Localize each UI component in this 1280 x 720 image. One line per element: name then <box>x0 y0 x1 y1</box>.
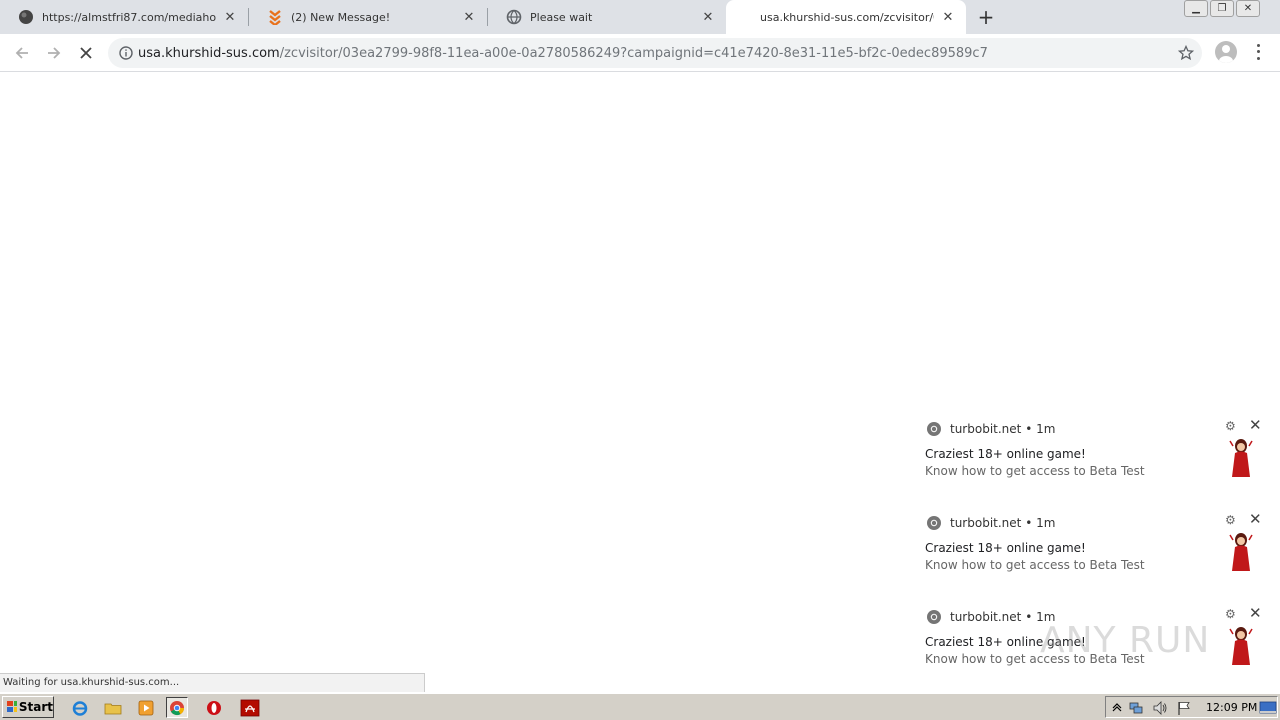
folder-icon[interactable] <box>102 697 124 718</box>
clock: 12:09 PM <box>1206 701 1258 714</box>
notification-age: 1m <box>1036 516 1056 530</box>
ie-icon[interactable] <box>69 697 91 718</box>
notification-source-name: turbobit.net <box>950 516 1022 530</box>
status-bubble: Waiting for usa.khurshid-sus.com... <box>0 673 425 692</box>
globe-icon <box>506 9 522 25</box>
start-label: Start <box>18 700 53 714</box>
person-icon <box>1219 45 1233 63</box>
notification-title: Craziest 18+ online game! <box>925 447 1086 461</box>
chrome-taskbar-icon[interactable] <box>166 697 188 718</box>
address-bar[interactable]: usa.khurshid-sus.com/zcvisitor/03ea2799-… <box>108 38 1202 68</box>
close-icon[interactable]: ✕ <box>940 9 956 25</box>
url-path: /zcvisitor/03ea2799-98f8-11ea-a00e-0a278… <box>279 45 988 61</box>
show-desktop-icon <box>1259 701 1277 714</box>
maximize-button[interactable]: ❐ <box>1210 0 1234 17</box>
gear-icon[interactable]: ⚙ <box>1225 513 1236 527</box>
volume-icon <box>1153 701 1167 715</box>
notification-image <box>1229 533 1253 571</box>
chevron-up-icon <box>1112 703 1122 712</box>
close-icon[interactable]: ✕ <box>461 9 477 25</box>
tab-khurshid-active[interactable]: usa.khurshid-sus.com/zcvisitor/03ea ✕ <box>726 0 966 34</box>
arrow-right-icon <box>48 47 61 59</box>
taskbar: Start 12:09 PM <box>0 693 1280 720</box>
url-host: usa.khurshid-sus.com <box>138 45 280 61</box>
gear-icon[interactable]: ⚙ <box>1225 419 1236 433</box>
minimize-button[interactable]: ▁ <box>1184 0 1208 17</box>
notification-source: turbobit.net • 1m <box>926 609 1055 625</box>
flag-icon <box>1178 702 1190 715</box>
dark-circle-icon <box>18 9 34 25</box>
notification-source-name: turbobit.net <box>950 610 1022 624</box>
close-icon[interactable]: ✕ <box>1249 510 1262 528</box>
close-window-button[interactable]: ✕ <box>1236 0 1260 17</box>
tab-strip: https://almstfri87.com/mediahosting ✕ (2… <box>0 0 1280 34</box>
chrome-mini-icon <box>927 516 941 530</box>
notification-source-name: turbobit.net <box>950 422 1022 436</box>
browser-toolbar: usa.khurshid-sus.com/zcvisitor/03ea2799-… <box>0 34 1280 72</box>
tab-title: usa.khurshid-sus.com/zcvisitor/03ea <box>760 10 934 24</box>
notification-source: turbobit.net • 1m <box>926 421 1055 437</box>
tab-title: https://almstfri87.com/mediahosting <box>42 10 216 24</box>
forward-button[interactable] <box>42 41 66 65</box>
notification-image <box>1229 439 1253 477</box>
close-icon[interactable]: ✕ <box>1249 416 1262 434</box>
opera-icon[interactable] <box>203 697 225 718</box>
tab-please-wait[interactable]: Please wait ✕ <box>488 0 726 34</box>
chevrons-icon <box>267 9 283 25</box>
close-icon[interactable]: ✕ <box>700 9 716 25</box>
profile-avatar[interactable] <box>1215 41 1237 63</box>
start-button[interactable]: Start <box>2 696 54 718</box>
acrobat-icon[interactable] <box>236 697 264 718</box>
watermark-text: ANY RUN <box>1040 620 1211 661</box>
arrow-left-icon <box>15 47 28 59</box>
anyrun-watermark: ANY RUN <box>1040 608 1240 668</box>
windows-logo-icon <box>7 701 17 712</box>
notification-message: Know how to get access to Beta Test <box>925 464 1145 478</box>
tab-new-message[interactable]: (2) New Message! ✕ <box>249 0 487 34</box>
chrome-mini-icon <box>927 422 941 436</box>
chrome-mini-icon <box>927 610 941 624</box>
stop-button[interactable] <box>74 41 98 65</box>
system-tray: 12:09 PM <box>1105 696 1278 718</box>
url-text: usa.khurshid-sus.com/zcvisitor/03ea2799-… <box>138 46 988 61</box>
info-icon[interactable] <box>118 45 134 61</box>
notification-card[interactable]: turbobit.net • 1m ⚙ ✕ Craziest 18+ onlin… <box>916 415 1270 505</box>
menu-dots-icon[interactable] <box>1250 42 1266 62</box>
back-button[interactable] <box>10 41 34 65</box>
tab-mediahosting[interactable]: https://almstfri87.com/mediahosting ✕ <box>0 0 248 34</box>
notification-source: turbobit.net • 1m <box>926 515 1055 531</box>
notification-card[interactable]: turbobit.net • 1m ⚙ ✕ Craziest 18+ onlin… <box>916 509 1270 599</box>
tab-title: (2) New Message! <box>291 10 391 24</box>
media-player-icon[interactable] <box>135 697 157 718</box>
notification-title: Craziest 18+ online game! <box>925 541 1086 555</box>
close-icon[interactable]: ✕ <box>1249 604 1262 622</box>
tab-title: Please wait <box>530 10 593 24</box>
new-tab-button[interactable]: + <box>976 5 996 29</box>
window-controls: ▁ ❐ ✕ <box>1182 0 1260 18</box>
notification-message: Know how to get access to Beta Test <box>925 558 1145 572</box>
bookmark-star-icon[interactable] <box>1177 44 1195 61</box>
notification-age: 1m <box>1036 422 1056 436</box>
close-icon[interactable]: ✕ <box>222 9 238 25</box>
network-icon <box>1129 702 1143 714</box>
stop-x-icon <box>80 47 92 59</box>
